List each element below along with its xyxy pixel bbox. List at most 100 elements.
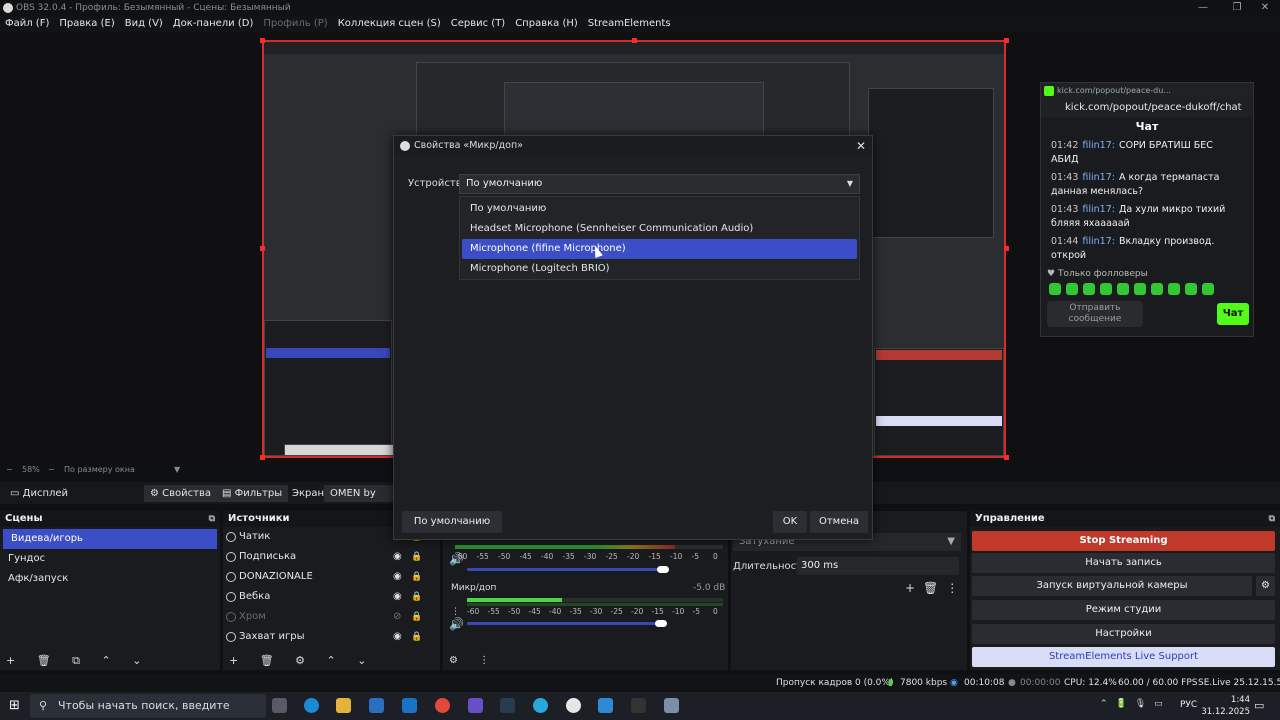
source-item[interactable]: DONAZIONALE ◉ 🔒 [223, 567, 440, 587]
chevron-down-icon[interactable]: ▼ [174, 463, 180, 477]
source-item[interactable]: Вебка ◉ 🔒 [223, 587, 440, 607]
studio-mode-button[interactable]: Режим студии [972, 600, 1275, 620]
menu-streamelements[interactable]: StreamElements [583, 16, 676, 32]
resize-handle[interactable] [632, 38, 637, 43]
eye-hidden-icon[interactable]: ⊘ [393, 607, 401, 627]
app-icon[interactable] [664, 698, 679, 713]
dock-float-icon[interactable]: ⧉ [209, 511, 215, 527]
chat-send-button[interactable]: Чат [1217, 303, 1249, 325]
start-recording-button[interactable]: Начать запись [972, 553, 1275, 573]
zoom-in-icon[interactable]: − [48, 463, 55, 477]
device-option[interactable]: Headset Microphone (Sennheiser Communica… [460, 219, 859, 239]
speaker-icon[interactable]: 🔊 [449, 552, 464, 566]
eye-icon[interactable]: ◉ [393, 587, 402, 607]
menu-help[interactable]: Справка (H) [510, 16, 583, 32]
clock[interactable]: 1:44 31.12.2025 [1201, 694, 1250, 718]
dock-float-icon[interactable]: ⧉ [1269, 511, 1275, 527]
kick-chat-popout[interactable]: kick.com/popout/peace-du... kick.com/pop… [1040, 82, 1254, 337]
resize-handle[interactable] [1004, 246, 1009, 251]
store-icon[interactable] [369, 698, 384, 713]
source-item[interactable]: Захват игры ◉ 🔒 [223, 627, 440, 647]
filters-button[interactable]: ▤ Фильтры [216, 485, 289, 502]
resize-handle[interactable] [1004, 455, 1009, 460]
speaker-icon[interactable]: 🔊 [449, 617, 464, 631]
properties-dialog[interactable]: Свойства «Микр/доп» ✕ Устройство По умол… [393, 135, 873, 540]
zoom-mode[interactable]: По размеру окна [64, 463, 135, 477]
menu-edit[interactable]: Правка (E) [54, 16, 119, 32]
scenes-dock-footer[interactable]: + 🗑 ⧉ ⌃ ⌄ [0, 652, 220, 670]
file-explorer-icon[interactable] [336, 698, 351, 713]
close-icon[interactable]: ✕ [856, 136, 866, 156]
task-view-icon[interactable] [272, 698, 287, 713]
source-item[interactable]: Хром ⊘ 🔒 [223, 607, 440, 627]
menu-view[interactable]: Вид (V) [120, 16, 168, 32]
menu-scene-collection[interactable]: Коллекция сцен (S) [333, 16, 446, 32]
lock-icon[interactable]: 🔒 [411, 587, 422, 607]
menu-dots-icon[interactable]: ⋮ [451, 607, 460, 617]
notification-icon[interactable]: ▭ [1254, 699, 1264, 712]
device-option[interactable]: По умолчанию [460, 199, 859, 219]
window-title: OBS 32.0.4 - Профиль: Безымянный - Сцены… [16, 3, 291, 13]
volume-slider[interactable] [467, 622, 663, 625]
eye-icon[interactable]: ◉ [393, 547, 402, 567]
lock-icon[interactable]: 🔒 [411, 547, 422, 567]
chrome-icon[interactable] [435, 698, 450, 713]
menu-file[interactable]: Файл (F) [0, 16, 54, 32]
close-button[interactable]: ✕ [1248, 0, 1280, 16]
se-live-support-button[interactable]: StreamElements Live Support [972, 647, 1275, 667]
zoom-out-icon[interactable]: − [6, 463, 13, 477]
settings-button[interactable]: Настройки [972, 624, 1275, 644]
minimize-button[interactable]: — [1186, 0, 1220, 16]
mixer-footer[interactable]: ⚙ ⋮ [443, 652, 728, 670]
tray-icons[interactable]: ⌃🔋🎙▭ [1100, 699, 1171, 709]
chat-input[interactable]: Отправить сообщение [1047, 301, 1143, 327]
device-select[interactable]: По умолчанию ▼ [459, 174, 860, 194]
telegram-icon[interactable] [533, 698, 548, 713]
volume-slider-knob[interactable] [657, 566, 669, 573]
device-option[interactable]: Microphone (Logitech BRIO) [460, 259, 859, 279]
transition-actions[interactable]: +🗑⋮ [905, 581, 966, 595]
followers-only-label: ♥ Только фолловеры [1047, 269, 1148, 279]
ok-button[interactable]: OK [773, 511, 807, 533]
language-indicator[interactable]: РУС [1180, 700, 1197, 710]
screen-select[interactable]: OMEN by HP 25... [324, 485, 394, 502]
obs-taskbar-icon[interactable] [566, 698, 581, 713]
defaults-button[interactable]: По умолчанию [402, 511, 502, 533]
edge-icon[interactable] [304, 698, 319, 713]
app-icon[interactable] [631, 698, 646, 713]
lock-icon[interactable]: 🔒 [411, 627, 422, 647]
eye-icon[interactable]: ◉ [393, 627, 402, 647]
device-option-selected[interactable]: Microphone (fifine Microphone) [462, 239, 857, 259]
scene-item[interactable]: Видева/игорь [3, 529, 217, 549]
outlook-icon[interactable] [402, 698, 417, 713]
taskbar-search[interactable]: ⚲ Чтобы начать поиск, введите [30, 694, 266, 718]
lock-icon[interactable]: 🔒 [411, 607, 422, 627]
resize-handle[interactable] [260, 38, 265, 43]
menu-tools[interactable]: Сервис (T) [446, 16, 510, 32]
volume-slider[interactable] [467, 568, 663, 571]
sources-dock-footer[interactable]: + 🗑 ⚙ ⌃ ⌄ [223, 652, 440, 670]
windows-start-icon[interactable]: ⊞ [9, 698, 20, 713]
meter-tick-label: -45 [528, 607, 541, 616]
resize-handle[interactable] [260, 246, 265, 251]
signal-icon: ▮ [888, 678, 893, 688]
eye-icon[interactable]: ◉ [393, 567, 402, 587]
cancel-button[interactable]: Отмена [810, 511, 868, 533]
steam-icon[interactable] [500, 698, 515, 713]
facebook-icon[interactable] [598, 698, 613, 713]
scene-item[interactable]: Афк/запуск [0, 569, 220, 589]
volume-slider-knob[interactable] [655, 620, 667, 627]
emote-row[interactable] [1041, 283, 1253, 298]
duration-input[interactable]: 300 ms [797, 557, 959, 575]
app-icon[interactable] [468, 698, 483, 713]
gear-icon[interactable]: ⚙ [1256, 576, 1275, 596]
resize-handle[interactable] [260, 455, 265, 460]
resize-handle[interactable] [1004, 38, 1009, 43]
properties-button[interactable]: ⚙ Свойства [144, 485, 217, 502]
lock-icon[interactable]: 🔒 [411, 567, 422, 587]
virtual-camera-button[interactable]: Запуск виртуальной камеры [972, 576, 1252, 596]
scene-item[interactable]: Гундос [0, 549, 220, 569]
stop-streaming-button[interactable]: Stop Streaming [972, 531, 1275, 551]
menu-docks[interactable]: Док-панели (D) [168, 16, 259, 32]
source-item[interactable]: Подписька ◉ 🔒 [223, 547, 440, 567]
